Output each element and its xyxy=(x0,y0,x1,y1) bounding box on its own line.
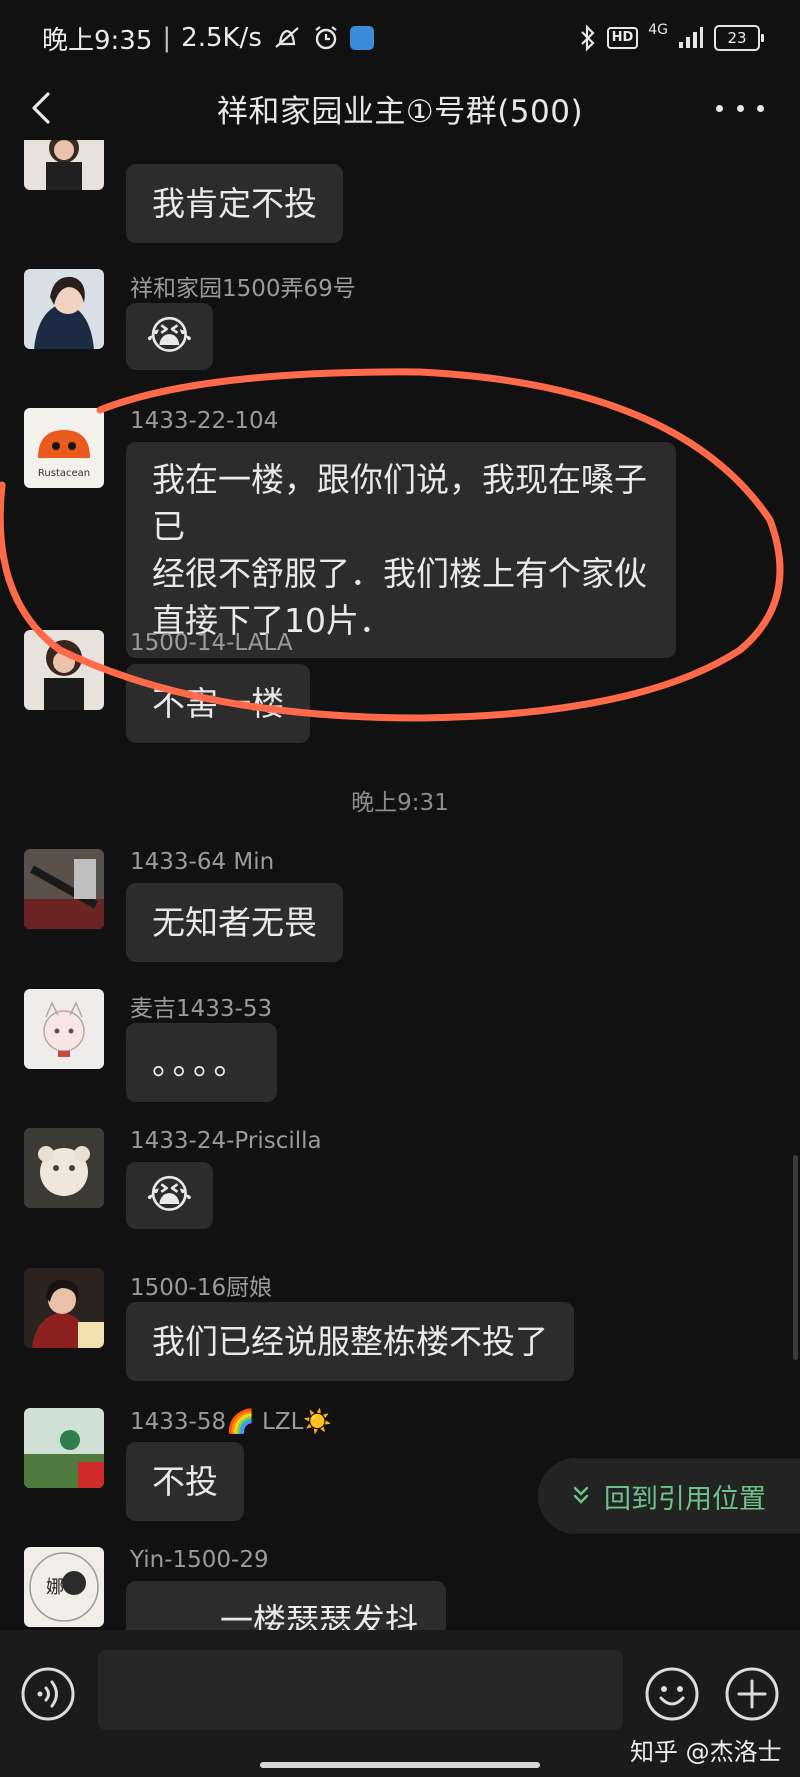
message-input[interactable] xyxy=(98,1650,623,1730)
mute-icon xyxy=(275,27,299,48)
message-text: 无知者无畏 xyxy=(152,903,317,942)
message-bubble[interactable]: 无知者无畏 xyxy=(126,883,343,962)
message-text: 不害一楼 xyxy=(152,684,284,723)
message-text: 不投 xyxy=(152,1462,218,1501)
avatar[interactable] xyxy=(24,1268,104,1348)
return-to-quote-label: 回到引用位置 xyxy=(604,1483,766,1515)
avatar[interactable] xyxy=(24,1408,104,1488)
sender-name: 1433-64 Min xyxy=(130,849,275,875)
message-emoji: 😭 xyxy=(146,313,193,359)
hd-badge: HD xyxy=(606,27,639,49)
message-line: 我在一楼，跟你们说，我现在嗓子已 xyxy=(152,460,647,546)
avatar[interactable] xyxy=(24,849,104,929)
status-left: 晚上9:35 | 2.5K/s xyxy=(42,20,374,57)
return-to-quote-button[interactable]: 回到引用位置 xyxy=(538,1458,800,1534)
message-bubble[interactable]: 我肯定不投 xyxy=(126,164,343,243)
status-time: 晚上9:35 xyxy=(42,25,153,56)
status-right: HD 4G 23 xyxy=(579,22,764,52)
chat-header: 祥和家园业主①号群(500) xyxy=(0,76,800,140)
sender-name: 1433-24-Priscilla xyxy=(130,1128,322,1154)
avatar[interactable]: Rustacean xyxy=(24,408,104,488)
sender-name: 祥和家园1500弄69号 xyxy=(130,276,356,302)
message-text: 。。。。 xyxy=(152,1043,251,1082)
message-bubble[interactable]: 😭 xyxy=(126,303,213,370)
double-chevron-down-icon xyxy=(573,1486,589,1504)
avatar[interactable] xyxy=(24,989,104,1069)
avatar-logo-text: Rustacean xyxy=(38,468,90,479)
watermark: 知乎 @杰洛士 xyxy=(630,1738,782,1766)
network-type: 4G xyxy=(648,22,668,38)
scrollbar[interactable] xyxy=(793,1155,798,1360)
message-bubble[interactable]: 一楼瑟瑟发抖 xyxy=(126,1581,446,1630)
alarm-icon xyxy=(315,26,337,50)
message-list[interactable]: 我肯定不投 祥和家园1500弄69号 😭 Rustacean 1433-22-1… xyxy=(0,140,800,1630)
avatar[interactable] xyxy=(24,630,104,710)
avatar[interactable] xyxy=(24,140,104,190)
status-speed: 2.5K/s xyxy=(181,23,262,53)
plus-icon[interactable] xyxy=(724,1666,780,1722)
message-bubble[interactable]: 我们已经说服整栋楼不投了 xyxy=(126,1302,574,1381)
sender-name: 1433-58🌈 LZL☀️ xyxy=(130,1409,333,1435)
status-separator: | xyxy=(162,23,172,53)
message-bubble[interactable]: 。。。。 xyxy=(126,1023,277,1102)
more-options-icon[interactable] xyxy=(716,94,764,122)
voice-input-icon[interactable] xyxy=(20,1666,76,1722)
back-arrow-icon[interactable] xyxy=(22,88,62,128)
avatar[interactable] xyxy=(24,1128,104,1208)
signal-icon xyxy=(679,27,703,48)
sender-name: 麦吉1433-53 xyxy=(130,996,273,1022)
message-emoji: 😭 xyxy=(146,1172,193,1218)
chat-title: 祥和家园业主①号群(500) xyxy=(216,93,584,130)
avatar[interactable]: 娜 xyxy=(24,1547,104,1627)
avatar-logo-text: 娜 xyxy=(46,1577,64,1598)
message-text: 我肯定不投 xyxy=(152,184,317,223)
sender-name: Yin-1500-29 xyxy=(130,1547,269,1573)
emoji-icon[interactable] xyxy=(644,1666,700,1722)
message-line: 经很不舒服了．我们楼上有个家伙 xyxy=(152,554,647,593)
home-indicator[interactable] xyxy=(260,1762,540,1768)
app-notification-icon xyxy=(349,26,374,50)
time-separator: 晚上9:31 xyxy=(351,790,449,816)
message-text: 一楼瑟瑟发抖 xyxy=(220,1601,418,1630)
message-bubble[interactable]: 😭 xyxy=(126,1162,213,1229)
message-bubble[interactable]: 不投 xyxy=(126,1442,244,1521)
sender-name: 1500-14-LALA xyxy=(130,630,293,656)
message-bubble[interactable]: 不害一楼 xyxy=(126,664,310,743)
message-text: 我们已经说服整栋楼不投了 xyxy=(152,1322,548,1361)
avatar[interactable] xyxy=(24,269,104,349)
battery-icon: 23 xyxy=(714,25,764,51)
bluetooth-icon xyxy=(580,24,595,52)
status-bar: 晚上9:35 | 2.5K/s HD 4G 23 xyxy=(0,0,800,76)
message-bubble[interactable]: 我在一楼，跟你们说，我现在嗓子已 经很不舒服了．我们楼上有个家伙 直接下了10片… xyxy=(126,442,676,658)
sender-name: 1433-22-104 xyxy=(130,408,279,434)
sender-name: 1500-16厨娘 xyxy=(130,1275,273,1301)
